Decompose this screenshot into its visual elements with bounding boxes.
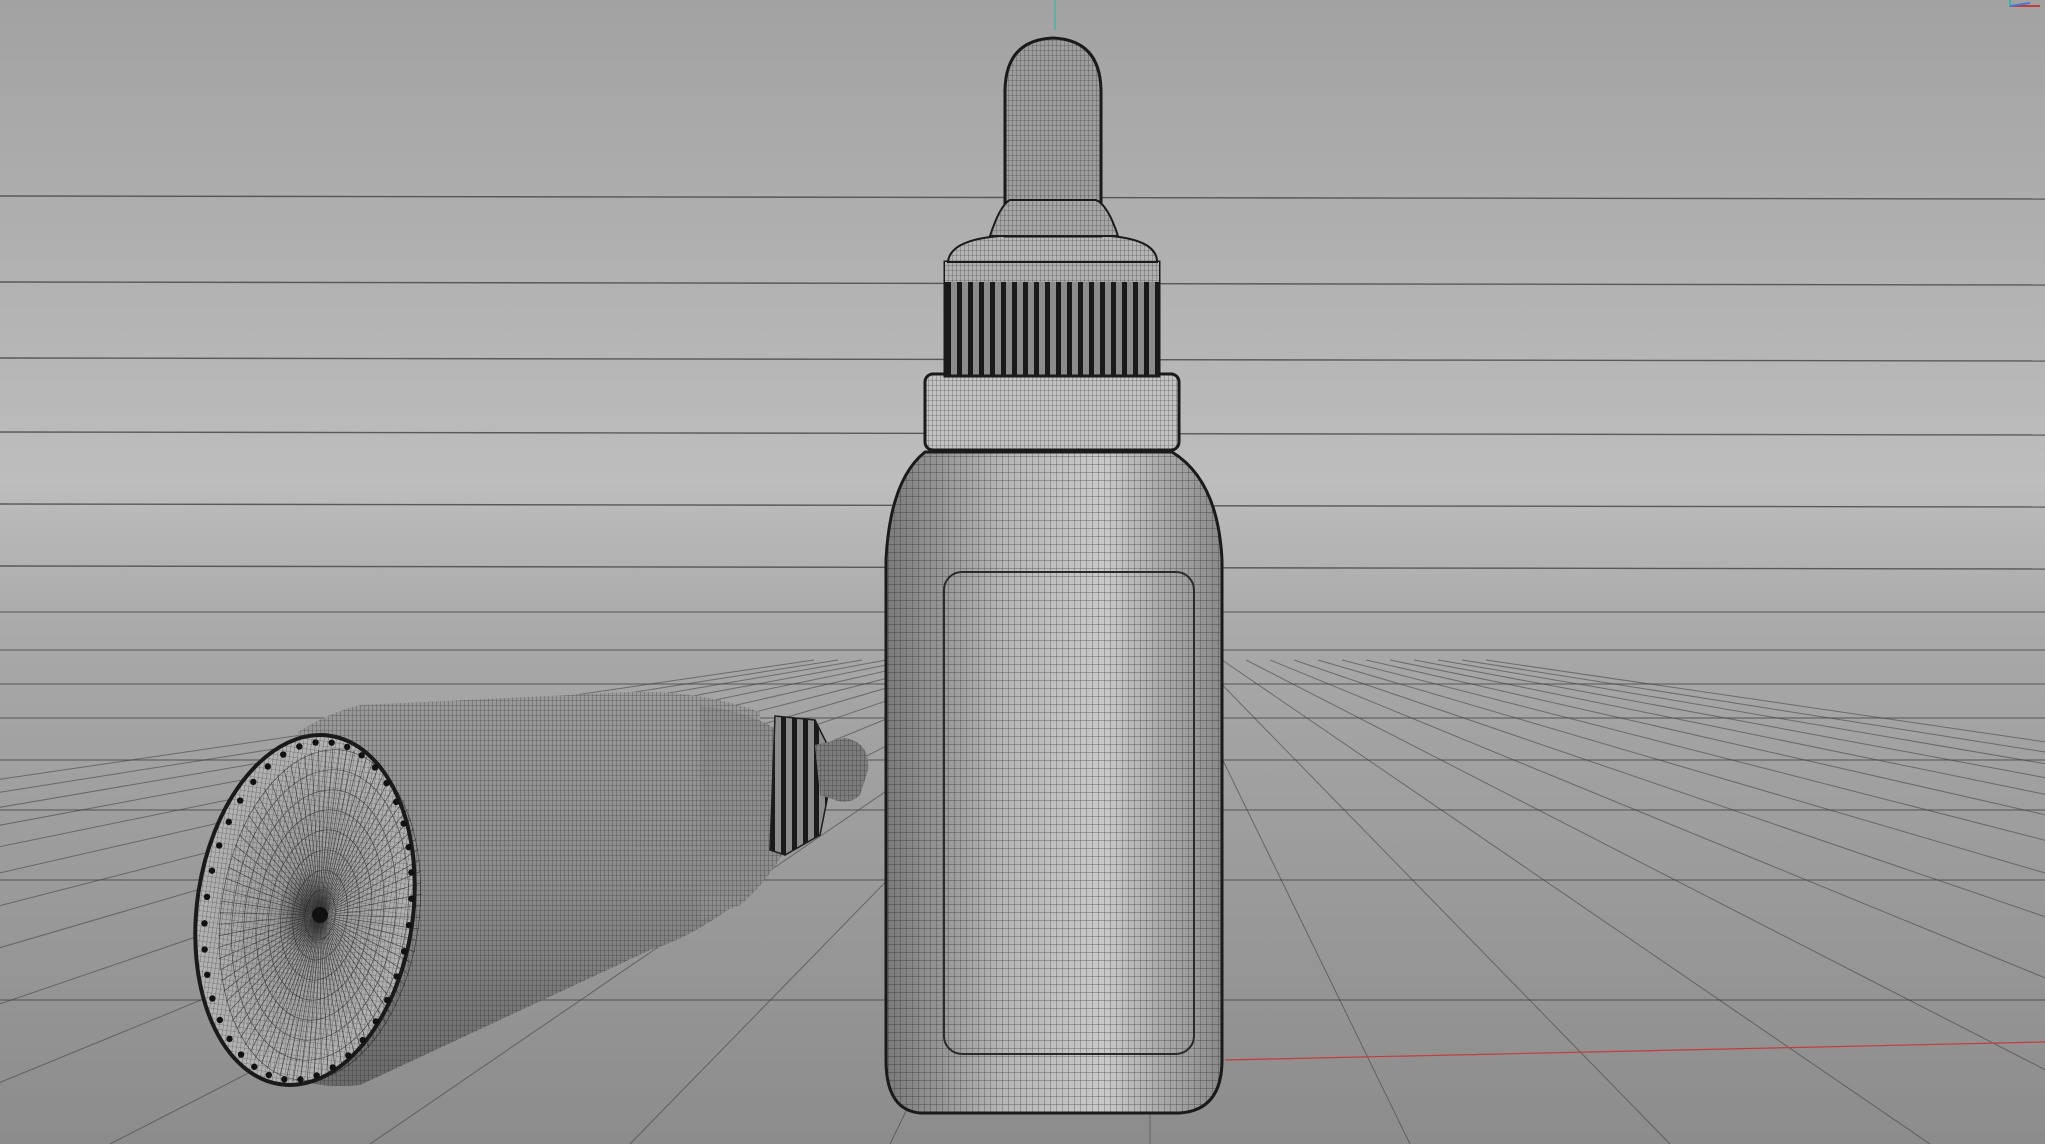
rim-dot (383, 779, 390, 787)
rim-dot (328, 739, 335, 746)
rim-dot (216, 1016, 224, 1024)
lying-bottle-center (312, 907, 328, 923)
viewport-canvas[interactable] (0, 0, 2045, 1144)
rim-dot (201, 920, 208, 927)
rim-dot (384, 996, 391, 1004)
rim-dot (372, 1018, 380, 1025)
rim-dot (405, 844, 412, 851)
3d-viewport[interactable] (0, 0, 2045, 1144)
rim-dot (264, 763, 271, 770)
rim-dot (208, 867, 216, 874)
rim-dot (280, 751, 287, 758)
rim-dot (343, 743, 351, 751)
rim-dot (226, 1035, 233, 1043)
rim-dot (237, 1051, 245, 1058)
rim-dot (236, 797, 244, 804)
rim-dot (405, 921, 413, 929)
rim-dot (209, 995, 216, 1002)
rim-dot (265, 1071, 273, 1079)
rim-dot (400, 820, 407, 827)
rim-dot (297, 1076, 304, 1083)
rim-dot (358, 752, 365, 759)
rim-dot (225, 818, 232, 826)
rim-dot (329, 1064, 336, 1071)
rim-dot (296, 743, 303, 750)
rim-dot (203, 893, 211, 901)
rim-dot (251, 1063, 258, 1070)
rim-dot (345, 1052, 352, 1059)
rim-dot (204, 971, 211, 978)
rim-dot (408, 869, 415, 876)
rim-dot (400, 948, 408, 955)
rim-dot (313, 1072, 320, 1079)
rim-dot (201, 946, 208, 953)
rim-dot (312, 739, 319, 746)
rim-dot (392, 798, 400, 806)
rim-dot (408, 895, 415, 902)
rim-dot (359, 1036, 366, 1044)
rim-dot (393, 973, 400, 980)
rim-dot (371, 764, 379, 771)
standing-bottle-mesh (886, 452, 1222, 1113)
rim-dot (250, 778, 257, 786)
rim-dot (281, 1076, 288, 1083)
rim-dot (216, 842, 223, 849)
